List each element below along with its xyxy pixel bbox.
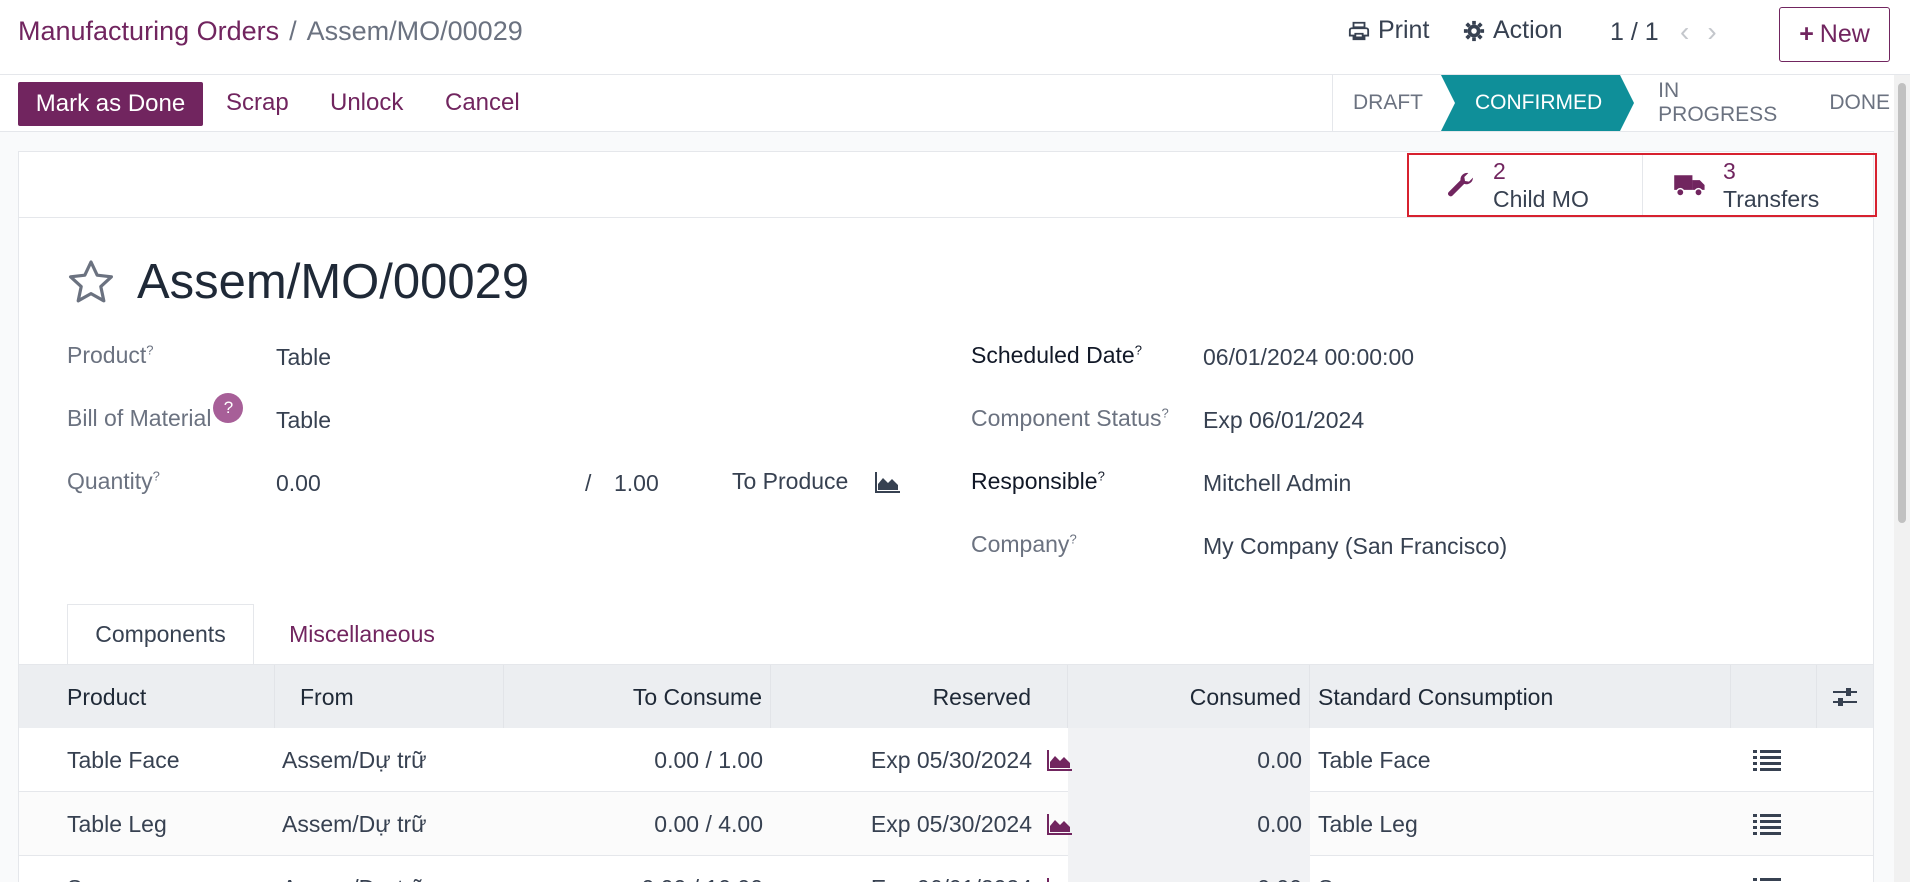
- action-bar: Mark as Done Scrap Unlock Cancel DRAFT C…: [0, 75, 1910, 132]
- column-consumed[interactable]: Consumed: [1068, 665, 1310, 729]
- table-row[interactable]: Table Leg Assem/Dự trữ 0.00 / 4.00 Exp 0…: [19, 792, 1873, 856]
- pager-value[interactable]: 1 / 1: [1610, 18, 1659, 47]
- print-button[interactable]: Print: [1348, 16, 1429, 45]
- row-from: Assem/Dự trữ: [282, 856, 427, 882]
- action-button[interactable]: Action: [1463, 16, 1562, 45]
- to-produce-label: To Produce: [732, 468, 849, 494]
- stage-draft[interactable]: DRAFT: [1333, 75, 1443, 131]
- breadcrumb: Manufacturing Orders / Assem/MO/00029: [18, 16, 523, 47]
- scheduled-date-label: Scheduled Date?: [971, 342, 1142, 368]
- child-mo-label: Child MO: [1493, 186, 1589, 212]
- row-standard-consumption: Table Leg: [1318, 810, 1418, 837]
- next-record-button[interactable]: ›: [1707, 16, 1734, 47]
- component-status-value: Exp 06/01/2024: [1203, 407, 1365, 433]
- row-consumed[interactable]: 0.00: [1068, 792, 1302, 856]
- column-standard-consumption[interactable]: Standard Consumption: [1310, 665, 1731, 729]
- breadcrumb-separator: /: [289, 16, 297, 46]
- table-row[interactable]: Table Face Assem/Dự trữ 0.00 / 1.00 Exp …: [19, 728, 1873, 792]
- truck-icon: [1674, 175, 1705, 197]
- stage-confirmed[interactable]: CONFIRMED: [1440, 75, 1635, 131]
- print-label: Print: [1378, 16, 1430, 44]
- table-header: Product From To Consume Reserved Consume…: [19, 664, 1873, 729]
- table-row[interactable]: Screw Assem/Dự trữ 0.00 / 10.00 Exp 06/0…: [19, 856, 1873, 882]
- transfers-button[interactable]: 3 Transfers: [1642, 155, 1875, 215]
- breadcrumb-current: Assem/MO/00029: [306, 16, 523, 46]
- row-to-consume[interactable]: 0.00 / 1.00: [504, 728, 763, 792]
- column-to-consume[interactable]: To Consume: [504, 665, 771, 729]
- tab-components[interactable]: Components: [67, 604, 254, 665]
- row-to-consume[interactable]: 0.00 / 10.00: [504, 856, 764, 882]
- sliders-icon: [1833, 688, 1857, 706]
- column-reserved[interactable]: Reserved: [771, 665, 1068, 729]
- company-label: Company?: [971, 531, 1077, 557]
- record-title: Assem/MO/00029: [137, 255, 530, 309]
- components-table: Product From To Consume Reserved Consume…: [19, 664, 1873, 882]
- forecast-chart-icon[interactable]: [874, 470, 902, 494]
- bom-field[interactable]: Table: [276, 407, 331, 434]
- quantity-separator: /: [585, 470, 592, 496]
- column-product[interactable]: Product: [19, 665, 275, 729]
- child-mo-button[interactable]: 2 Child MO: [1409, 155, 1642, 215]
- optional-columns-button[interactable]: [1817, 665, 1873, 729]
- row-standard-consumption: Screw: [1318, 856, 1382, 882]
- pager-arrows: ‹›: [1680, 16, 1735, 48]
- row-from: Assem/Dự trữ: [282, 746, 427, 773]
- smart-button-group: 2 Child MO 3 Transfers: [1407, 153, 1877, 217]
- new-button[interactable]: + New: [1779, 7, 1890, 62]
- smart-button-bar: 2 Child MO 3 Transfers: [19, 152, 1877, 218]
- row-reserved: Exp 05/30/2024: [870, 810, 1032, 837]
- transfers-label: Transfers: [1723, 186, 1820, 212]
- row-standard-consumption: Table Face: [1318, 746, 1431, 773]
- column-from[interactable]: From: [275, 665, 504, 729]
- printer-icon: [1348, 21, 1370, 40]
- status-bar: DRAFT CONFIRMED IN PROGRESS DONE: [1332, 75, 1910, 131]
- component-status-label: Component Status?: [971, 405, 1169, 431]
- wrench-icon: [1448, 172, 1473, 197]
- gear-icon: [1463, 20, 1485, 41]
- previous-record-button[interactable]: ‹: [1680, 16, 1707, 47]
- tab-miscellaneous[interactable]: Miscellaneous: [277, 604, 447, 665]
- scrollbar-thumb[interactable]: [1898, 83, 1906, 523]
- quantity-label: Quantity?: [67, 468, 160, 494]
- row-consumed[interactable]: 0.00: [1068, 856, 1302, 882]
- quantity-field[interactable]: 0.00: [276, 470, 321, 497]
- form-sheet: 2 Child MO 3 Transfers Assem/MO/00029 Pr…: [18, 151, 1877, 882]
- column-spacer: [1731, 665, 1817, 729]
- row-from: Assem/Dự trữ: [282, 810, 427, 837]
- bom-label: Bill of Material?: [67, 393, 244, 432]
- row-consumed[interactable]: 0.00: [1068, 728, 1302, 792]
- unlock-button[interactable]: Unlock: [330, 89, 403, 117]
- row-to-consume[interactable]: 0.00 / 4.00: [504, 792, 763, 856]
- help-icon[interactable]: ?: [213, 393, 244, 423]
- action-label: Action: [1493, 16, 1563, 44]
- details-list-icon[interactable]: [1753, 749, 1781, 771]
- breadcrumb-manufacturing-orders[interactable]: Manufacturing Orders: [18, 16, 279, 46]
- top-bar: Manufacturing Orders / Assem/MO/00029 Prin…: [0, 0, 1910, 75]
- child-mo-count: 2: [1493, 158, 1506, 184]
- title-row: Assem/MO/00029: [67, 254, 529, 310]
- star-icon[interactable]: [67, 259, 115, 305]
- product-field[interactable]: Table: [276, 344, 331, 371]
- row-reserved: Exp 06/01/2024: [771, 856, 1032, 882]
- row-reserved: Exp 05/30/2024: [870, 746, 1032, 773]
- company-field[interactable]: My Company (San Francisco): [1203, 533, 1507, 560]
- row-product: Table Leg: [67, 810, 167, 837]
- details-list-icon[interactable]: [1753, 877, 1781, 882]
- responsible-label: Responsible?: [971, 468, 1105, 494]
- new-label: New: [1819, 20, 1870, 48]
- mark-as-done-button[interactable]: Mark as Done: [18, 82, 203, 126]
- row-product: Screw: [67, 856, 131, 882]
- plus-icon: +: [1799, 20, 1814, 48]
- responsible-field[interactable]: Mitchell Admin: [1203, 470, 1351, 497]
- quantity-target-field[interactable]: 1.00: [614, 470, 659, 497]
- scheduled-date-field[interactable]: 06/01/2024 00:00:00: [1203, 344, 1414, 371]
- cancel-button[interactable]: Cancel: [445, 89, 520, 117]
- details-list-icon[interactable]: [1753, 813, 1781, 835]
- scrap-button[interactable]: Scrap: [226, 89, 289, 117]
- product-label: Product?: [67, 342, 154, 368]
- transfers-count: 3: [1723, 158, 1736, 184]
- stage-in-progress[interactable]: IN PROGRESS: [1638, 75, 1809, 131]
- row-product: Table Face: [67, 746, 180, 773]
